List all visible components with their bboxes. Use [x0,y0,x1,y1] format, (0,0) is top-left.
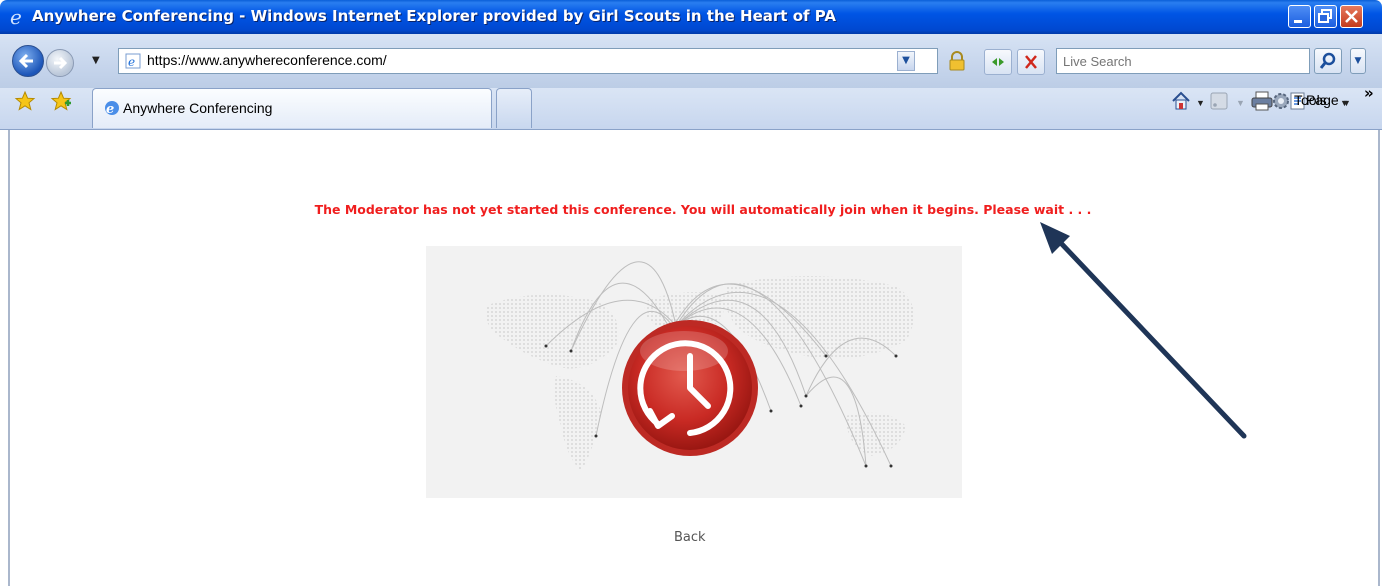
forward-button[interactable] [46,49,74,77]
ie-page-icon: e [125,53,141,69]
close-icon [1345,10,1358,23]
waiting-message: The Moderator has not yet started this c… [314,202,1092,217]
favorites-star-icon[interactable] [14,90,36,112]
tools-dropdown[interactable]: ▼ [1340,98,1349,108]
ie-logo-icon: e [105,101,119,117]
back-button[interactable] [12,45,44,77]
svg-text:e: e [106,102,114,117]
feeds-icon[interactable] [1210,92,1228,110]
annotation-arrow [1040,222,1247,439]
svg-text:e: e [128,55,135,69]
ie-logo-icon: e [10,7,22,27]
stop-icon [1025,55,1037,69]
window-titlebar: e Anywhere Conferencing - Windows Intern… [0,0,1382,34]
maximize-button[interactable] [1314,5,1337,28]
stop-button[interactable] [1017,49,1045,75]
tab-label: Anywhere Conferencing [123,100,273,116]
world-map-graphic [426,246,962,498]
tab-anywhere-conferencing[interactable]: e Anywhere Conferencing [92,88,492,128]
back-link[interactable]: Back [674,530,706,545]
refresh-button[interactable] [984,49,1012,75]
forward-arrow-icon [54,56,68,70]
address-field[interactable]: e https://www.anywhereconference.com/ ▼ [118,48,938,74]
search-input[interactable] [1057,49,1309,73]
back-arrow-icon [18,53,33,69]
search-button[interactable] [1314,48,1342,74]
new-tab-button[interactable] [496,88,532,128]
more-commands-chevron-icon[interactable]: » [1364,84,1374,102]
search-icon [1319,52,1336,69]
tools-menu-label[interactable]: Tools [1294,92,1327,108]
search-box[interactable] [1056,48,1310,74]
minimize-icon [1294,20,1302,23]
feeds-dropdown[interactable]: ▼ [1236,98,1245,108]
refresh-icon [992,58,1004,66]
clock-icon [622,320,758,456]
lock-icon[interactable] [946,50,968,72]
world-map-icon [485,261,914,471]
minimize-button[interactable] [1288,5,1311,28]
window-title: Anywhere Conferencing - Windows Internet… [32,7,836,25]
svg-text:e: e [10,7,22,27]
close-button[interactable] [1340,5,1363,28]
page-icon[interactable] [1188,90,1208,110]
url-text: https://www.anywhereconference.com/ [147,52,387,68]
tools-gear-icon[interactable] [1270,90,1292,112]
maximize-icon [1318,9,1332,23]
recent-pages-dropdown[interactable]: ▼ [92,55,100,66]
search-options-dropdown[interactable]: ▼ [1350,48,1366,74]
address-dropdown[interactable]: ▼ [897,51,915,71]
add-favorites-icon[interactable] [50,90,72,112]
